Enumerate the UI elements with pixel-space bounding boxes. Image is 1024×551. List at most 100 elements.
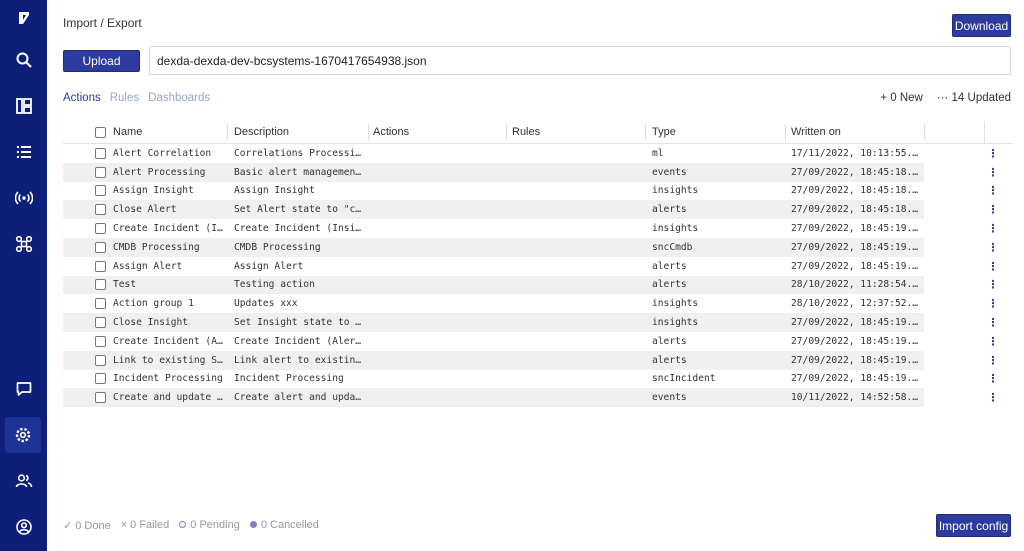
- cell-description: Create Incident (Aler…: [234, 335, 362, 347]
- row-menu-icon[interactable]: ⋮: [983, 200, 1003, 219]
- column-header-written-on[interactable]: Written on: [791, 121, 925, 143]
- row-checkbox[interactable]: [95, 204, 106, 216]
- list-icon[interactable]: [0, 134, 47, 170]
- table-row[interactable]: Assign Insight Assign Insight insights 27/0…: [63, 182, 1013, 201]
- cell-type: alerts: [652, 354, 687, 366]
- row-checkbox[interactable]: [95, 147, 106, 159]
- row-menu-icon[interactable]: ⋮: [983, 238, 1003, 257]
- row-checkbox[interactable]: [95, 241, 106, 253]
- tab-bar: Actions Rules Dashboards: [63, 92, 210, 104]
- dashboard-icon[interactable]: [0, 88, 47, 124]
- cell-type: sncCmdb: [652, 241, 693, 253]
- table-row[interactable]: Test Testing action alerts 28/10/2022, 11:2…: [63, 275, 1013, 295]
- cell-description: Create Incident (Insi…: [234, 223, 362, 235]
- cell-written-on: 27/09/2022, 18:45:18.…: [791, 185, 919, 197]
- table-row[interactable]: Create Incident (A… Create Incident (Aler…: [63, 332, 1013, 351]
- row-checkbox[interactable]: [95, 260, 106, 272]
- row-menu-icon[interactable]: ⋮: [983, 313, 1003, 332]
- cell-type: alerts: [652, 204, 687, 216]
- cell-written-on: 27/09/2022, 18:45:19.…: [791, 241, 919, 253]
- cell-description: Set Alert state to "c…: [234, 204, 362, 216]
- column-header-actions[interactable]: Actions: [373, 121, 507, 143]
- breadcrumb: Import / Export: [63, 16, 142, 30]
- cell-name: Incident Processing: [113, 373, 223, 385]
- table-row[interactable]: Close Insight Set Insight state to … insig…: [63, 313, 1013, 332]
- cell-description: Set Insight state to …: [234, 317, 362, 329]
- column-header-rules[interactable]: Rules: [512, 121, 646, 143]
- pending-icon: [179, 521, 187, 528]
- account-icon[interactable]: [0, 509, 47, 545]
- column-header-name[interactable]: Name: [113, 121, 228, 143]
- import-status: ✓ 0 Done × 0 Failed 0 Pending 0 Cancelled: [63, 519, 319, 532]
- row-menu-icon[interactable]: ⋮: [983, 388, 1003, 407]
- column-header-type[interactable]: Type: [652, 121, 786, 143]
- cell-type: ml: [652, 147, 664, 159]
- cell-written-on: 10/11/2022, 14:52:58.…: [791, 392, 919, 404]
- table-row[interactable]: Action group 1 Updates xxx insights 28/10/2…: [63, 294, 1013, 313]
- column-divider: [984, 121, 985, 144]
- cell-name: Test: [113, 279, 137, 291]
- row-menu-icon[interactable]: ⋮: [983, 351, 1003, 370]
- row-checkbox[interactable]: [95, 392, 106, 404]
- cell-written-on: 27/09/2022, 18:45:18.…: [791, 204, 919, 216]
- status-pending: 0 Pending: [179, 519, 240, 532]
- status-failed: × 0 Failed: [120, 519, 170, 531]
- row-menu-icon[interactable]: ⋮: [983, 276, 1003, 295]
- cell-description: Testing action: [234, 279, 315, 291]
- cell-type: insights: [652, 223, 699, 235]
- row-menu-icon[interactable]: ⋮: [983, 370, 1003, 389]
- cell-name: Alert Processing: [113, 166, 206, 178]
- row-menu-icon[interactable]: ⋮: [983, 294, 1003, 313]
- cell-name: Create Incident (I…: [113, 223, 223, 235]
- row-menu-icon[interactable]: ⋮: [983, 219, 1003, 238]
- chat-icon[interactable]: [0, 371, 47, 407]
- column-header-description[interactable]: Description: [234, 121, 369, 143]
- table-row[interactable]: Assign Alert Assign Alert alerts 27/09/2022…: [63, 257, 1013, 276]
- cell-name: Alert Correlation: [113, 147, 212, 159]
- row-checkbox[interactable]: [95, 317, 106, 329]
- row-checkbox[interactable]: [95, 166, 106, 178]
- row-checkbox[interactable]: [95, 298, 106, 310]
- upload-button[interactable]: Upload: [63, 50, 140, 72]
- cell-description: Link alert to existin…: [234, 354, 362, 366]
- logo-icon[interactable]: [0, 0, 47, 36]
- table-row[interactable]: Create and update … Create alert and upda…: [63, 388, 1013, 408]
- cell-type: insights: [652, 317, 699, 329]
- table-row[interactable]: Link to existing S… Link alert to existin…: [63, 350, 1013, 370]
- row-menu-icon[interactable]: ⋮: [983, 257, 1003, 276]
- tab-dashboards[interactable]: Dashboards: [148, 92, 210, 104]
- row-checkbox[interactable]: [95, 354, 106, 366]
- integrations-icon[interactable]: [0, 226, 47, 262]
- cell-description: CMDB Processing: [234, 241, 321, 253]
- download-button[interactable]: Download: [952, 14, 1011, 37]
- cell-name: Create Incident (A…: [113, 335, 223, 347]
- row-checkbox[interactable]: [95, 279, 106, 291]
- row-menu-icon[interactable]: ⋮: [983, 182, 1003, 201]
- import-config-button[interactable]: Import config: [936, 514, 1011, 537]
- row-menu-icon[interactable]: ⋮: [983, 144, 1003, 163]
- row-menu-icon[interactable]: ⋮: [983, 332, 1003, 351]
- tab-rules[interactable]: Rules: [110, 92, 139, 104]
- search-icon[interactable]: [0, 42, 47, 78]
- row-checkbox[interactable]: [95, 223, 106, 235]
- row-checkbox[interactable]: [95, 373, 106, 385]
- table-row[interactable]: Alert Processing Basic alert managemen… ev…: [63, 162, 1013, 182]
- table-row[interactable]: Close Alert Set Alert state to "c… alerts 2…: [63, 200, 1013, 220]
- table-row[interactable]: Alert Correlation Correlations Processi… m…: [63, 144, 1013, 163]
- table-row[interactable]: CMDB Processing CMDB Processing sncCmdb 27/…: [63, 237, 1013, 257]
- row-checkbox[interactable]: [95, 335, 106, 347]
- cell-description: Assign Insight: [234, 185, 315, 197]
- broadcast-icon[interactable]: [0, 180, 47, 216]
- table-row[interactable]: Incident Processing Incident Processing sn…: [63, 370, 1013, 389]
- row-checkbox[interactable]: [95, 185, 106, 197]
- cell-written-on: 27/09/2022, 18:45:19.…: [791, 260, 919, 272]
- settings-icon[interactable]: [5, 417, 41, 453]
- status-cancelled: 0 Cancelled: [249, 519, 319, 532]
- table-row[interactable]: Create Incident (I… Create Incident (Insi…: [63, 219, 1013, 238]
- tab-actions[interactable]: Actions: [63, 92, 101, 104]
- row-menu-icon[interactable]: ⋮: [983, 163, 1003, 182]
- select-all-checkbox[interactable]: [95, 126, 106, 138]
- filename-field[interactable]: dexda-dexda-dev-bcsystems-1670417654938.…: [149, 46, 1011, 75]
- cell-description: Incident Processing: [234, 373, 344, 385]
- users-icon[interactable]: [0, 463, 47, 499]
